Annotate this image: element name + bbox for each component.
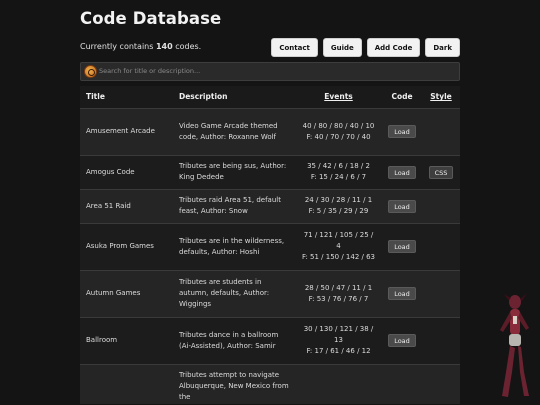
row-style <box>422 269 460 317</box>
row-title: Asuka Prom Games <box>80 222 173 270</box>
load-button[interactable]: Load <box>388 287 416 300</box>
row-description: Tributes are in the wilderness, defaults… <box>173 222 295 270</box>
events-feast: F: 15 / 24 / 6 / 7 <box>310 173 367 181</box>
code-table: Title Description Events Code Style Amus… <box>80 86 460 404</box>
character-illustration <box>500 293 529 397</box>
table-row: Ballroom Tributes dance in a ballroom (Ai… <box>80 316 460 364</box>
row-events: 24 / 30 / 28 / 11 / 1 F: 5 / 35 / 29 / 29 <box>295 188 382 223</box>
row-events <box>295 363 382 404</box>
table-row: Asuka Prom Games Tributes are in the wild… <box>80 222 460 270</box>
header-style[interactable]: Style <box>422 86 460 109</box>
row-style <box>422 222 460 270</box>
load-button[interactable]: Load <box>388 240 416 253</box>
dark-mode-button[interactable]: Dark <box>425 38 460 57</box>
count-suffix: codes. <box>175 42 202 51</box>
count-value: 140 <box>155 42 173 51</box>
header-description: Description <box>173 86 295 109</box>
row-title: Ballroom <box>80 316 173 364</box>
search-logo-icon <box>84 65 97 78</box>
row-style <box>422 316 460 364</box>
row-description: Tributes are being sus, Author: King Ded… <box>173 154 295 189</box>
row-description: Tributes dance in a ballroom (Ai-Assiste… <box>173 316 295 364</box>
load-button[interactable]: Load <box>388 199 416 213</box>
load-button[interactable]: Load <box>388 334 416 347</box>
events-main: 35 / 42 / 6 / 18 / 2 <box>307 162 370 170</box>
events-main: 28 / 50 / 47 / 11 / 1 <box>304 283 373 292</box>
events-feast: F: 53 / 76 / 76 / 7 <box>308 294 369 303</box>
row-code: Load <box>382 316 422 364</box>
events-feast: F: 51 / 150 / 142 / 63 <box>301 253 376 261</box>
count-prefix: Currently contains <box>80 42 154 51</box>
row-events: 28 / 50 / 47 / 11 / 1 F: 53 / 76 / 76 / 7 <box>295 269 382 317</box>
row-description: Tributes raid Area 51, default feast, Au… <box>173 188 295 223</box>
load-button[interactable]: Load <box>388 165 416 179</box>
table-row: Tributes attempt to navigate Albuquerque… <box>80 363 460 404</box>
header-title: Title <box>80 86 173 109</box>
events-main: 24 / 30 / 28 / 11 / 1 <box>304 196 373 204</box>
events-main: 40 / 80 / 80 / 40 / 10 <box>302 121 375 130</box>
row-code: Load <box>382 154 422 189</box>
row-code: Load <box>382 222 422 270</box>
table-row: Amusement Arcade Video Game Arcade themed… <box>80 107 460 155</box>
row-style: CSS <box>422 154 460 189</box>
events-feast: F: 40 / 70 / 70 / 40 <box>306 132 371 141</box>
row-title: Area 51 Raid <box>80 188 173 223</box>
row-description: Tributes are students in autumn, default… <box>173 269 295 317</box>
row-title: Amusement Arcade <box>80 107 173 155</box>
events-feast: F: 5 / 35 / 29 / 29 <box>308 207 369 215</box>
row-events: 71 / 121 / 105 / 25 / 4 F: 51 / 150 / 142… <box>295 222 382 270</box>
load-button[interactable]: Load <box>388 125 416 138</box>
search-input[interactable]: Search for title or description... <box>80 62 460 81</box>
row-title: Autumn Games <box>80 269 173 317</box>
events-main: 30 / 130 / 121 / 38 / 13 <box>303 325 374 344</box>
add-code-button[interactable]: Add Code <box>366 38 421 57</box>
header-code: Code <box>382 86 422 109</box>
table-row: Autumn Games Tributes are students in aut… <box>80 269 460 317</box>
row-title: Amogus Code <box>80 154 173 189</box>
row-style <box>422 363 460 404</box>
row-events: 35 / 42 / 6 / 18 / 2 F: 15 / 24 / 6 / 7 <box>295 154 382 189</box>
row-title <box>80 363 173 404</box>
page-title: Code Database <box>80 9 222 28</box>
row-description: Tributes attempt to navigate Albuquerque… <box>173 363 295 404</box>
row-style <box>422 107 460 155</box>
table-row: Amogus Code Tributes are being sus, Autho… <box>80 154 460 189</box>
table-header-row: Title Description Events Code Style <box>80 86 460 109</box>
row-code: Load <box>382 188 422 223</box>
code-count-text: Currently contains 140 codes. <box>80 42 201 51</box>
events-main: 71 / 121 / 105 / 25 / 4 <box>303 231 374 250</box>
search-placeholder: Search for title or description... <box>99 67 201 75</box>
nav-buttons: Contact Guide Add Code Dark <box>271 38 460 57</box>
row-events: 30 / 130 / 121 / 38 / 13 F: 17 / 61 / 46 … <box>295 316 382 364</box>
css-button[interactable]: CSS <box>428 165 454 179</box>
row-events: 40 / 80 / 80 / 40 / 10 F: 40 / 70 / 70 / … <box>295 107 382 155</box>
guide-button[interactable]: Guide <box>322 38 362 57</box>
row-description: Video Game Arcade themed code, Author: R… <box>173 107 295 155</box>
row-code: Load <box>382 269 422 317</box>
header-events[interactable]: Events <box>295 86 382 109</box>
row-code <box>382 363 422 404</box>
row-style <box>422 188 460 223</box>
row-code: Load <box>382 107 422 155</box>
table-row: Area 51 Raid Tributes raid Area 51, defau… <box>80 188 460 223</box>
contact-button[interactable]: Contact <box>271 38 318 57</box>
events-feast: F: 17 / 61 / 46 / 12 <box>306 347 371 355</box>
